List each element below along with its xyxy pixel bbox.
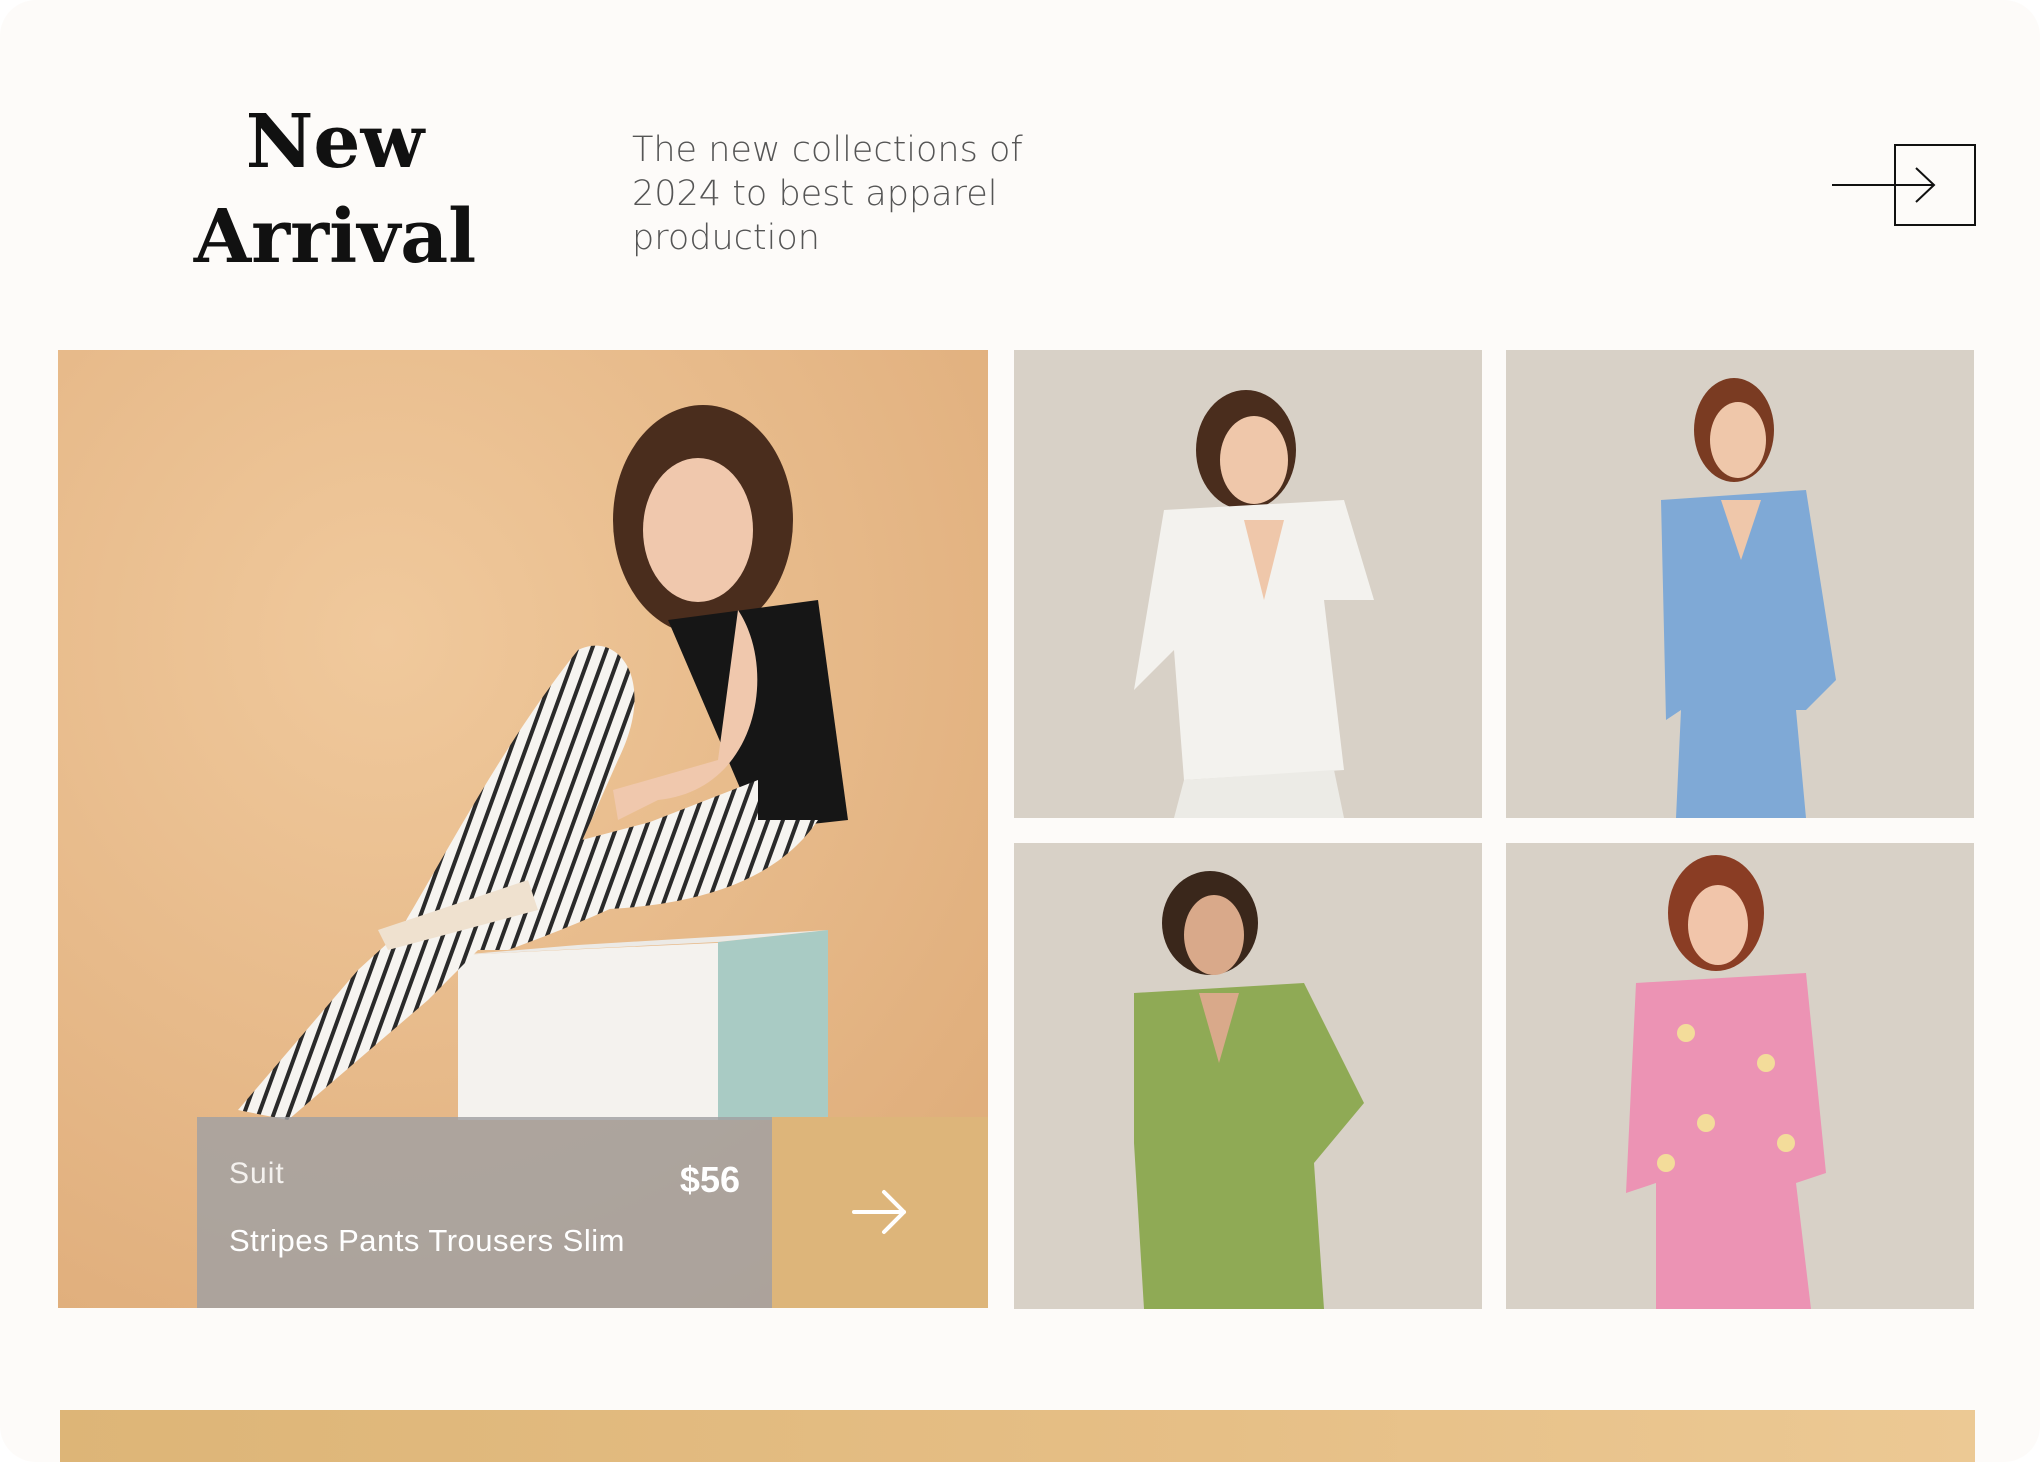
product-name[interactable]: Stripes Pants Trousers Slim bbox=[229, 1223, 625, 1259]
product-tile-white-suit[interactable] bbox=[1014, 350, 1482, 818]
new-arrival-section: New Arrival The new collections of 2024 … bbox=[0, 0, 2040, 1462]
product-category: Suit bbox=[229, 1157, 285, 1190]
product-tile-blue-suit[interactable] bbox=[1506, 350, 1974, 818]
footer-accent-bar bbox=[60, 1410, 1975, 1462]
model-pink-suit-image bbox=[1506, 843, 1974, 1309]
view-all-button[interactable] bbox=[1830, 140, 1980, 230]
model-blue-suit-image bbox=[1506, 350, 1974, 818]
arrow-right-icon bbox=[852, 1190, 906, 1234]
featured-product-card[interactable]: Suit $56 Stripes Pants Trousers Slim bbox=[197, 1117, 772, 1308]
section-title: New Arrival bbox=[193, 99, 477, 280]
product-tile-green-suit[interactable] bbox=[1014, 843, 1482, 1309]
arrow-right-icon bbox=[1832, 144, 1976, 226]
product-tile-pink-suit[interactable] bbox=[1506, 843, 1974, 1309]
section-subtitle: The new collections of 2024 to best appa… bbox=[632, 130, 1023, 258]
model-green-suit-image bbox=[1014, 843, 1482, 1309]
product-price: $56 bbox=[679, 1159, 740, 1200]
view-product-button[interactable] bbox=[772, 1117, 988, 1308]
model-white-suit-image bbox=[1014, 350, 1482, 818]
